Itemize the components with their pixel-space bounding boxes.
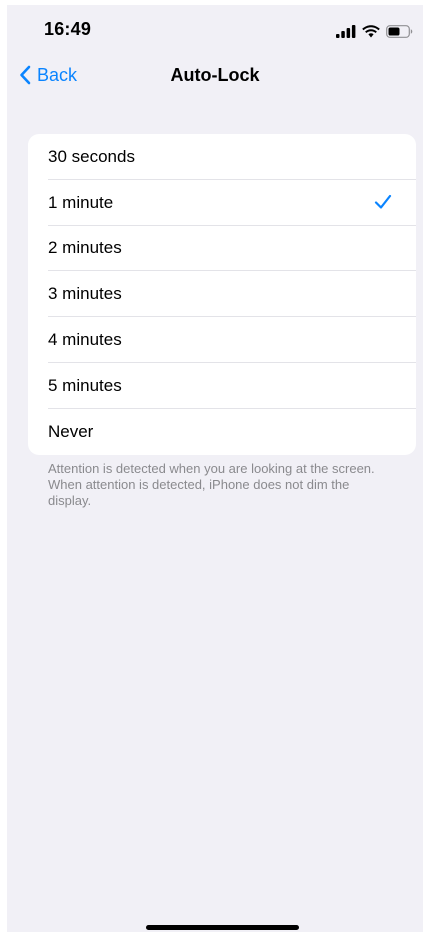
settings-screen: 16:49 Back Auto-Lock 30 seconds 1 minute… (7, 5, 423, 932)
page-title: Auto-Lock (170, 65, 260, 85)
checkmark-icon (374, 194, 392, 209)
option-label: 5 minutes (48, 375, 122, 395)
status-time: 16:49 (44, 19, 92, 39)
option-label: 30 seconds (48, 146, 135, 166)
wifi-icon (362, 24, 380, 37)
footer-note: Attention is detected when you are looki… (48, 461, 375, 508)
option-label: Never (48, 421, 94, 441)
option-label: 3 minutes (48, 284, 122, 304)
navigation-bar: Back Auto-Lock (7, 55, 423, 97)
option-4-minutes[interactable]: 4 minutes (28, 317, 416, 363)
signal-icon (336, 24, 356, 38)
battery-icon (386, 24, 413, 38)
option-3-minutes[interactable]: 3 minutes (28, 271, 416, 317)
option-2-minutes[interactable]: 2 minutes (28, 226, 416, 272)
option-30-seconds[interactable]: 30 seconds (28, 134, 416, 180)
option-label: 2 minutes (48, 238, 122, 258)
option-1-minute[interactable]: 1 minute (28, 180, 416, 226)
home-indicator[interactable] (146, 925, 299, 930)
option-label: 1 minute (48, 192, 114, 212)
option-label: 4 minutes (48, 330, 122, 350)
option-never[interactable]: Never (28, 409, 416, 455)
status-bar: 16:49 (7, 5, 423, 55)
option-5-minutes[interactable]: 5 minutes (28, 363, 416, 409)
status-icons (336, 23, 413, 39)
auto-lock-options: 30 seconds 1 minute 2 minutes 3 minutes … (28, 134, 416, 455)
